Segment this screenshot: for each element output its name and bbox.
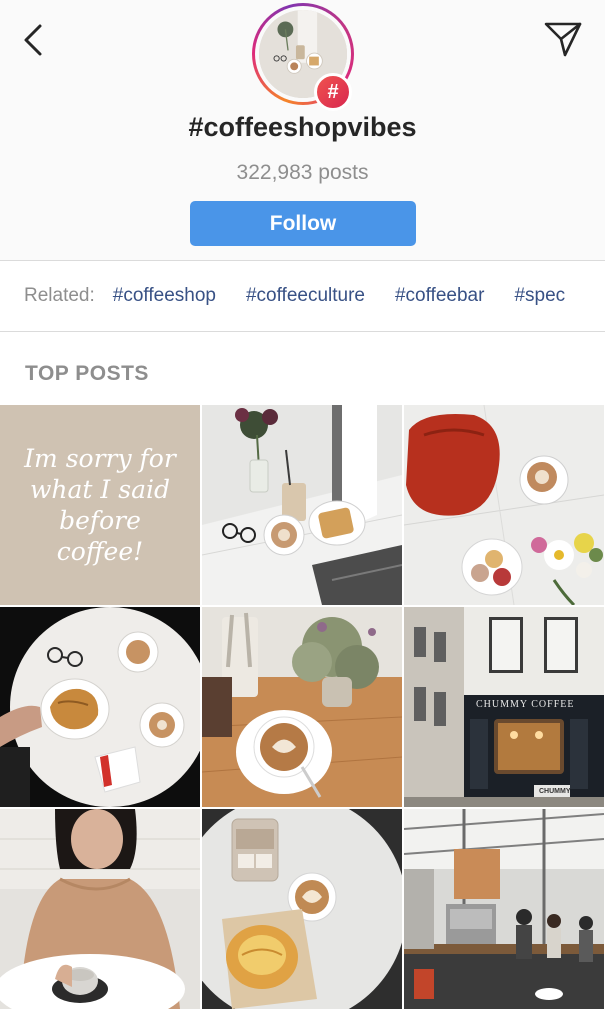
post-thumbnail-storefront[interactable]	[404, 607, 604, 807]
top-posts-title: TOP POSTS	[25, 362, 149, 385]
post-thumbnail[interactable]	[202, 809, 402, 1009]
hashtag-title: #coffeeshopvibes	[188, 112, 417, 142]
post-thumbnail[interactable]	[0, 809, 200, 1009]
related-tag[interactable]: #coffeebar	[395, 285, 484, 307]
related-tag[interactable]: #spec	[514, 285, 565, 307]
related-tag[interactable]: #coffeeshop	[113, 285, 216, 307]
divider	[0, 331, 605, 332]
post-thumbnail[interactable]	[0, 607, 200, 807]
post-quote-text: Im sorry for what I said before coffee!	[24, 444, 176, 566]
related-hashtags: Related: #coffeeshop #coffeeculture #cof…	[0, 261, 605, 331]
back-button[interactable]	[16, 20, 50, 60]
post-thumbnail[interactable]	[202, 405, 402, 605]
related-label: Related:	[24, 285, 95, 306]
related-tag[interactable]: #coffeeculture	[246, 285, 365, 307]
post-thumbnail-quote[interactable]: Im sorry for what I said before coffee!	[0, 405, 200, 605]
post-thumbnail[interactable]	[404, 809, 604, 1009]
follow-button[interactable]: Follow	[190, 201, 416, 246]
direct-message-button[interactable]	[541, 18, 585, 60]
hashtag-header: # #coffeeshopvibes 322,983 posts Follow	[0, 0, 605, 260]
post-thumbnail[interactable]	[404, 405, 604, 605]
top-posts-grid: Im sorry for what I said before coffee!	[0, 405, 605, 1011]
chevron-left-icon	[24, 24, 42, 56]
paper-plane-icon	[544, 22, 582, 57]
hashtag-icon: #	[314, 73, 352, 111]
post-count: 322,983 posts	[236, 161, 369, 184]
post-thumbnail[interactable]	[202, 607, 402, 807]
